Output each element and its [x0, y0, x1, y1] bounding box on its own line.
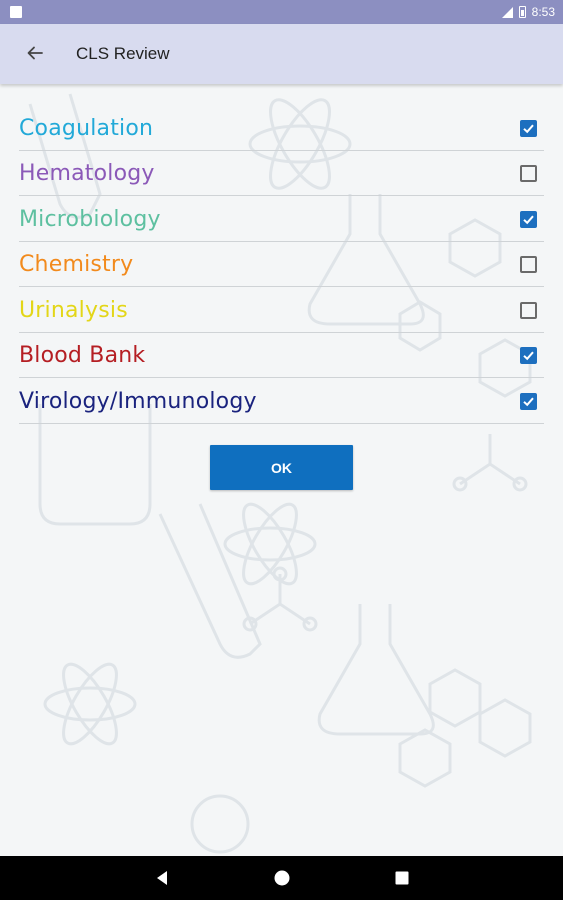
- check-icon: [523, 397, 534, 406]
- category-list: Coagulation Hematology Microbiology Chem…: [19, 105, 544, 424]
- checkbox[interactable]: [520, 256, 537, 274]
- category-label: Hematology: [19, 161, 155, 187]
- page-title: CLS Review: [76, 44, 170, 63]
- nav-home-button[interactable]: [260, 856, 304, 900]
- category-label: Virology/Immunology: [19, 388, 257, 414]
- checkbox[interactable]: [520, 347, 537, 365]
- checkbox[interactable]: [520, 392, 537, 410]
- arrow-left-icon: [27, 46, 43, 60]
- category-label: Blood Bank: [19, 343, 146, 369]
- app-bar: CLS Review: [0, 24, 563, 84]
- checkbox[interactable]: [520, 301, 537, 319]
- battery-icon: [518, 6, 526, 18]
- category-row[interactable]: Coagulation: [19, 105, 544, 151]
- check-icon: [523, 215, 534, 224]
- status-time: 8:53: [531, 5, 555, 19]
- back-button[interactable]: [18, 36, 52, 70]
- home-circle-icon: [274, 870, 290, 886]
- back-triangle-icon: [157, 871, 167, 885]
- category-label: Microbiology: [19, 206, 161, 232]
- category-label: Coagulation: [19, 115, 154, 141]
- nav-back-button[interactable]: [140, 856, 184, 900]
- signal-icon: [501, 6, 513, 18]
- category-row[interactable]: Virology/Immunology: [19, 378, 544, 424]
- category-row[interactable]: Blood Bank: [19, 333, 544, 378]
- ok-button[interactable]: OK: [210, 445, 353, 490]
- status-icons: 8:53: [501, 0, 555, 24]
- checkbox[interactable]: [520, 210, 537, 228]
- system-nav-bar: [0, 856, 563, 900]
- category-label: Chemistry: [19, 252, 134, 278]
- content-area: Coagulation Hematology Microbiology Chem…: [0, 84, 563, 856]
- checkbox[interactable]: [520, 165, 537, 183]
- category-row[interactable]: Hematology: [19, 151, 544, 196]
- check-icon: [523, 351, 534, 361]
- category-row[interactable]: Microbiology: [19, 196, 544, 242]
- nav-recents-button[interactable]: [380, 856, 424, 900]
- category-label: Urinalysis: [19, 297, 128, 323]
- category-row[interactable]: Chemistry: [19, 242, 544, 287]
- recents-square-icon: [395, 871, 409, 885]
- check-icon: [523, 124, 534, 133]
- checkbox[interactable]: [520, 119, 537, 137]
- notification-icon: [10, 6, 22, 18]
- status-bar: 8:53: [0, 0, 563, 24]
- category-row[interactable]: Urinalysis: [19, 287, 544, 333]
